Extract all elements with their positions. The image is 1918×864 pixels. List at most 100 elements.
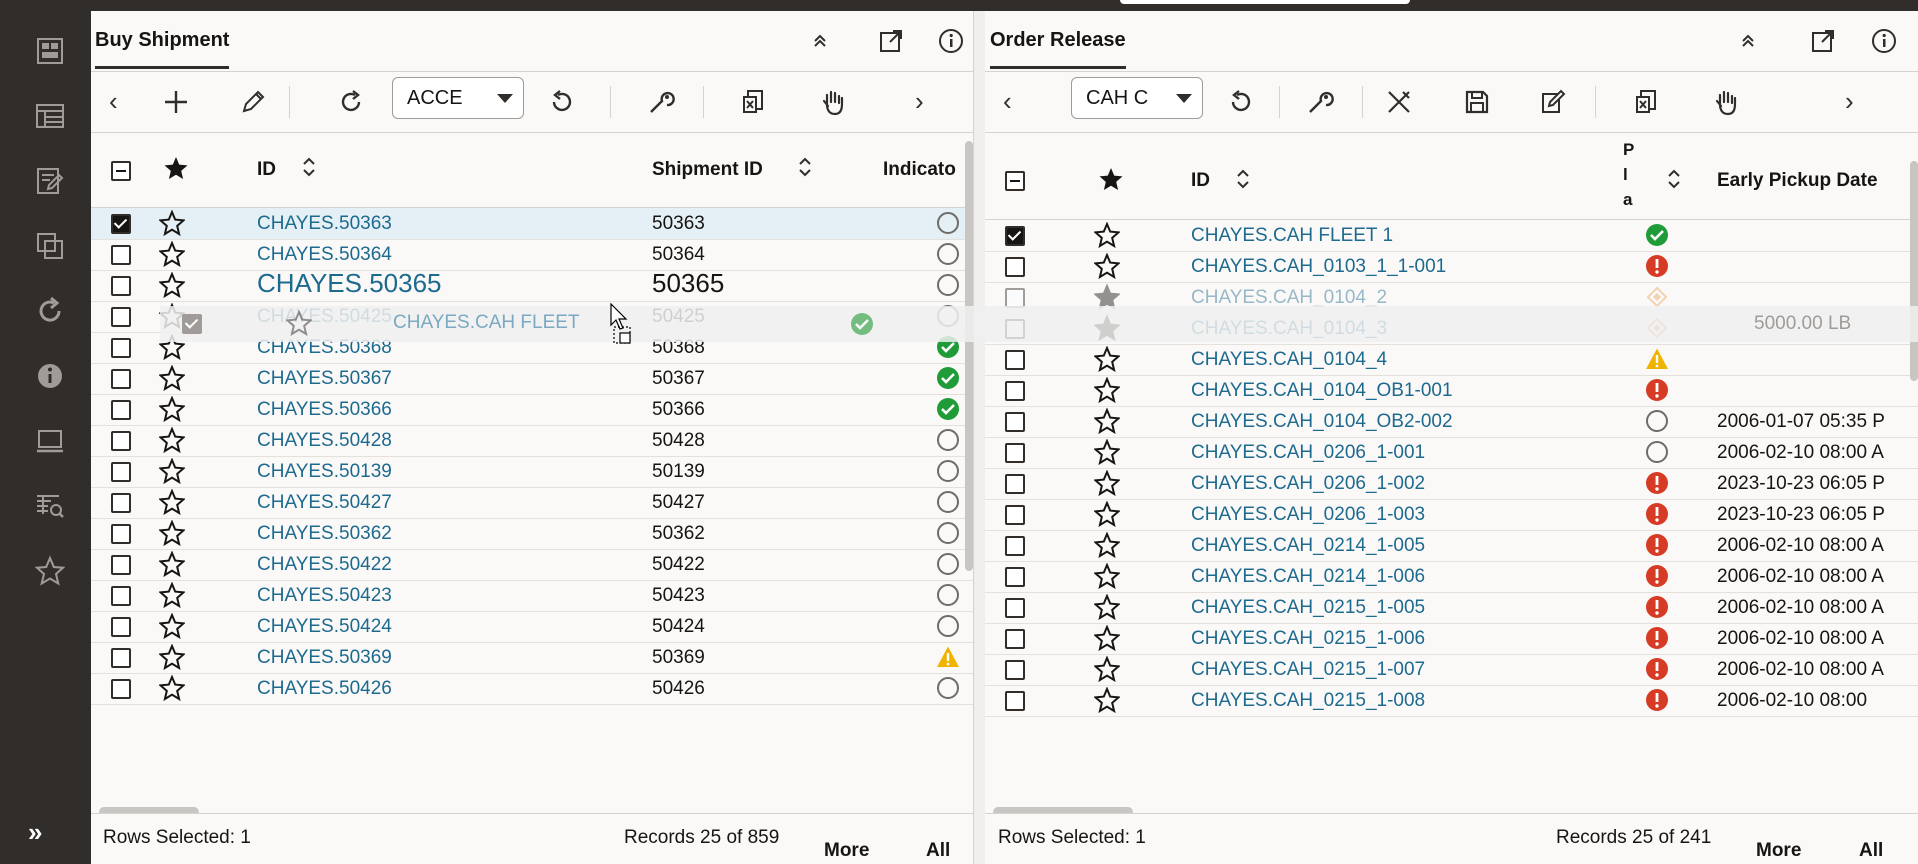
hand-icon[interactable] <box>813 82 853 122</box>
favorite-header-icon[interactable] <box>1098 166 1124 192</box>
row-id-link[interactable]: CHAYES.CAH_0215_1-008 <box>1191 690 1425 712</box>
row-checkbox[interactable] <box>1005 505 1025 525</box>
table-row[interactable]: CHAYES.CAH_0215_1-008 2006-02-10 08:00 <box>985 685 1918 717</box>
row-id-link[interactable]: CHAYES.CAH_0104_OB1-001 <box>1191 380 1453 402</box>
wrench-icon[interactable] <box>641 82 681 122</box>
table-row[interactable]: CHAYES.CAH_0206_1-001 2006-02-10 08:00 A <box>985 437 1918 469</box>
row-id-link[interactable]: CHAYES.50427 <box>257 492 392 514</box>
row-id-link[interactable]: CHAYES.CAH_0104_OB2-002 <box>1191 411 1453 433</box>
row-checkbox[interactable] <box>1005 567 1025 587</box>
table-row[interactable]: CHAYES.CAH_0104_4 <box>985 344 1918 376</box>
wrench-icon[interactable] <box>1300 82 1340 122</box>
copy-icon[interactable] <box>30 226 70 266</box>
favorite-star-icon[interactable] <box>159 644 185 670</box>
table-row[interactable]: CHAYES.CAH_0103_1_1-001 <box>985 251 1918 283</box>
table-row[interactable]: CHAYES.50422 50422 <box>91 549 973 581</box>
table-row[interactable]: CHAYES.50427 50427 <box>91 487 973 519</box>
favorite-star-icon[interactable] <box>159 272 185 298</box>
row-checkbox[interactable] <box>111 648 131 668</box>
favorite-star-icon[interactable] <box>1094 439 1120 465</box>
favorite-star-icon[interactable] <box>1094 687 1120 713</box>
select-all-checkbox[interactable] <box>1005 171 1025 191</box>
scroll-left-icon[interactable]: ‹ <box>109 86 118 117</box>
row-checkbox[interactable] <box>1005 474 1025 494</box>
all-button[interactable]: All <box>1859 840 1883 862</box>
favorite-header-icon[interactable] <box>163 155 189 181</box>
table-row[interactable]: CHAYES.50369 50369 <box>91 642 973 674</box>
favorite-star-icon[interactable] <box>159 210 185 236</box>
table-row[interactable]: CHAYES.CAH_0215_1-005 2006-02-10 08:00 A <box>985 592 1918 624</box>
table-row[interactable]: CHAYES.CAH_0206_1-002 2023-10-23 06:05 P <box>985 468 1918 500</box>
favorite-star-icon[interactable] <box>159 675 185 701</box>
row-checkbox[interactable] <box>111 555 131 575</box>
table-row[interactable]: CHAYES.CAH FLEET 1 <box>985 220 1918 252</box>
row-id-link[interactable]: CHAYES.50367 <box>257 368 392 390</box>
saved-query-select[interactable]: ACCE <box>392 77 524 119</box>
favorite-star-icon[interactable] <box>1094 253 1120 279</box>
open-external-icon[interactable] <box>1807 25 1839 57</box>
row-id-link[interactable]: CHAYES.CAH_0215_1-007 <box>1191 659 1425 681</box>
row-checkbox[interactable] <box>1005 257 1025 277</box>
header-indicator[interactable]: Indicato <box>883 159 956 181</box>
dashboard-icon[interactable] <box>30 31 70 71</box>
refresh-icon[interactable] <box>1221 82 1261 122</box>
sort-icon[interactable] <box>1234 167 1252 191</box>
rotate-icon[interactable] <box>331 82 371 122</box>
table-row[interactable]: CHAYES.CAH_0104_OB2-002 2006-01-07 05:35 … <box>985 406 1918 438</box>
favorite-star-icon[interactable] <box>1094 377 1120 403</box>
row-checkbox[interactable] <box>1005 598 1025 618</box>
vertical-scrollbar[interactable] <box>1910 161 1918 381</box>
table-row[interactable]: CHAYES.50366 50366 <box>91 394 973 426</box>
all-button[interactable]: All <box>926 840 950 862</box>
favorite-star-icon[interactable] <box>159 613 185 639</box>
row-checkbox[interactable] <box>111 493 131 513</box>
header-pla[interactable]: P l a <box>1623 137 1634 212</box>
row-id-link[interactable]: CHAYES.CAH_0103_1_1-001 <box>1191 256 1446 278</box>
row-checkbox[interactable] <box>111 586 131 606</box>
header-shipment-id[interactable]: Shipment ID <box>652 159 763 181</box>
expand-sidebar-icon[interactable]: » <box>28 817 43 848</box>
row-checkbox[interactable] <box>1005 350 1025 370</box>
scroll-right-icon[interactable]: › <box>1845 86 1854 117</box>
favorite-star-icon[interactable] <box>1094 501 1120 527</box>
row-checkbox[interactable] <box>111 245 131 265</box>
refresh-icon[interactable] <box>30 291 70 331</box>
favorite-star-icon[interactable] <box>159 365 185 391</box>
layout-icon[interactable] <box>30 96 70 136</box>
table-row[interactable]: CHAYES.CAH_0104_OB1-001 <box>985 375 1918 407</box>
add-icon[interactable] <box>156 82 196 122</box>
info-icon[interactable] <box>30 356 70 396</box>
row-id-link[interactable]: CHAYES.50363 <box>257 213 392 235</box>
row-id-link[interactable]: CHAYES.50423 <box>257 585 392 607</box>
row-id-link[interactable]: CHAYES.CAH_0206_1-001 <box>1191 442 1425 464</box>
table-row[interactable]: CHAYES.CAH_0206_1-003 2023-10-23 06:05 P <box>985 499 1918 531</box>
row-id-link[interactable]: CHAYES.CAH_0104_4 <box>1191 349 1387 371</box>
refresh-icon[interactable] <box>542 82 582 122</box>
row-id-link[interactable]: CHAYES.50362 <box>257 523 392 545</box>
select-all-checkbox[interactable] <box>111 161 131 181</box>
row-checkbox[interactable] <box>111 276 131 296</box>
table-row[interactable]: CHAYES.50365 50365 <box>91 268 973 302</box>
row-checkbox[interactable] <box>111 369 131 389</box>
row-checkbox[interactable] <box>111 400 131 420</box>
edit-form-icon[interactable] <box>1533 82 1573 122</box>
table-row[interactable]: CHAYES.50367 50367 <box>91 363 973 395</box>
saved-query-select[interactable]: CAH C <box>1071 77 1203 119</box>
favorite-icon[interactable] <box>30 551 70 591</box>
row-checkbox[interactable] <box>111 431 131 451</box>
row-checkbox[interactable] <box>111 462 131 482</box>
row-checkbox[interactable] <box>1005 660 1025 680</box>
more-button[interactable]: More <box>1756 840 1801 862</box>
row-id-link[interactable]: CHAYES.CAH_0206_1-002 <box>1191 473 1425 495</box>
favorite-star-icon[interactable] <box>159 396 185 422</box>
favorite-star-icon[interactable] <box>1094 222 1120 248</box>
table-row[interactable]: CHAYES.50423 50423 <box>91 580 973 612</box>
row-id-link[interactable]: CHAYES.50424 <box>257 616 392 638</box>
tools-icon[interactable] <box>1379 82 1419 122</box>
favorite-star-icon[interactable] <box>1094 346 1120 372</box>
scroll-left-icon[interactable]: ‹ <box>1003 86 1012 117</box>
row-checkbox[interactable] <box>111 214 131 234</box>
header-id[interactable]: ID <box>1191 170 1210 192</box>
table-row[interactable]: CHAYES.50363 50363 <box>91 208 973 240</box>
favorite-star-icon[interactable] <box>159 489 185 515</box>
